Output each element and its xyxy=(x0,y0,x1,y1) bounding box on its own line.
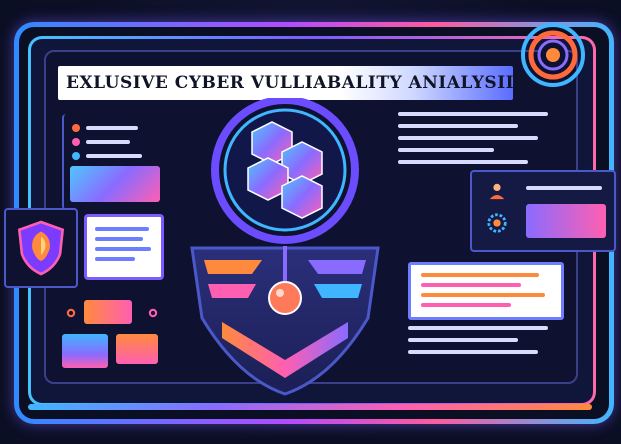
text-line xyxy=(398,112,548,116)
title-banner: EXLUSIVE CYBER VULLIABALITY ANIALYSIIS xyxy=(58,66,526,100)
text-line xyxy=(421,273,539,277)
bullet-dot xyxy=(72,152,80,160)
right-lower-lines xyxy=(408,326,558,366)
text-line xyxy=(398,148,494,152)
mini-card xyxy=(84,300,132,324)
gear-icon xyxy=(66,308,76,318)
right-info-block xyxy=(398,112,558,172)
text-line xyxy=(398,136,538,140)
hex-emblem-icon xyxy=(190,98,380,396)
text-line xyxy=(398,160,528,164)
mini-card xyxy=(116,334,158,364)
report-card-right xyxy=(408,262,564,320)
mini-card xyxy=(62,334,108,368)
page-title: EXLUSIVE CYBER VULLIABALITY ANIALYSIIS xyxy=(66,73,527,93)
profile-panel xyxy=(470,170,616,252)
gear-icon xyxy=(487,213,507,233)
text-line xyxy=(398,124,518,128)
user-icon xyxy=(489,183,505,200)
text-line xyxy=(95,257,135,261)
text-line xyxy=(86,154,142,158)
bullet-dot xyxy=(72,138,80,146)
left-info-panel xyxy=(62,114,164,210)
text-line xyxy=(95,227,149,231)
shield-panel xyxy=(4,208,78,288)
text-line xyxy=(86,126,138,130)
gradient-card xyxy=(70,166,160,202)
report-card-left xyxy=(84,214,164,280)
target-icon xyxy=(521,23,585,87)
text-line xyxy=(408,338,518,342)
text-line xyxy=(421,303,511,307)
text-line xyxy=(95,247,151,251)
lock-icon xyxy=(148,308,158,318)
text-line xyxy=(86,140,130,144)
shield-icon xyxy=(17,220,65,276)
text-line xyxy=(526,186,602,190)
text-line xyxy=(421,283,521,287)
text-line xyxy=(408,350,538,354)
gradient-card xyxy=(526,204,606,238)
text-line xyxy=(408,326,548,330)
illustration-canvas: EXLUSIVE CYBER VULLIABALITY ANIALYSIIS xyxy=(0,0,621,444)
text-line xyxy=(95,237,143,241)
text-line xyxy=(421,293,545,297)
bottom-accent-bar xyxy=(28,404,592,410)
bullet-dot xyxy=(72,124,80,132)
